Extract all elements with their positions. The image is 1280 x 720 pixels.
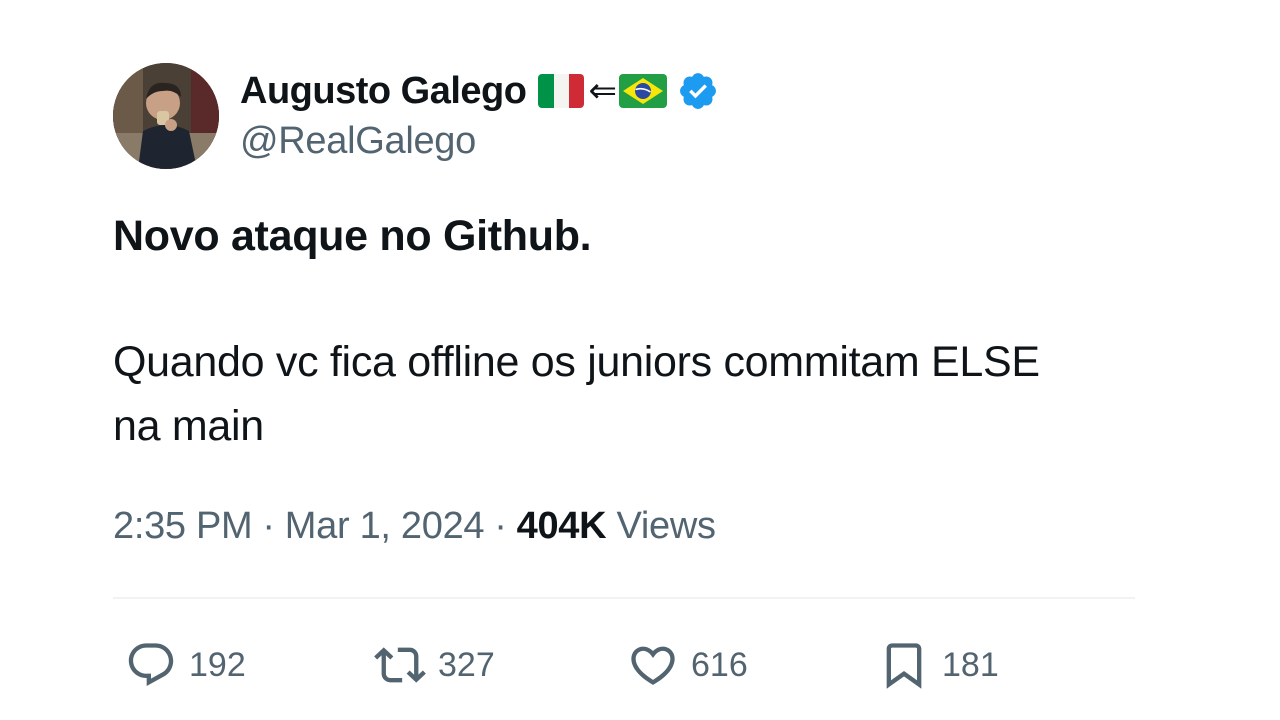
repost-count: 327 <box>438 645 495 684</box>
repost-button[interactable]: 327 <box>374 638 495 692</box>
avatar-photo <box>113 63 219 169</box>
heart-icon <box>631 646 675 685</box>
italy-flag-icon <box>538 74 585 108</box>
tweet-body-line: Quando vc fica offline os juniors commit… <box>113 338 1040 386</box>
author-handle[interactable]: @RealGalego <box>240 120 476 163</box>
author-display-name[interactable]: Augusto Galego <box>240 70 527 113</box>
author-name-row: Augusto Galego ⇐ <box>240 68 719 114</box>
bookmark-count: 181 <box>942 645 999 684</box>
views-count[interactable]: 404K <box>517 505 607 547</box>
reply-count: 192 <box>189 645 246 684</box>
meta-separator: · <box>494 505 507 547</box>
tweet-date[interactable]: Mar 1, 2024 <box>285 505 485 547</box>
tweet-time[interactable]: 2:35 PM <box>113 505 253 547</box>
views-label: Views <box>616 505 716 547</box>
repost-icon <box>374 647 426 683</box>
bookmark-button[interactable]: 181 <box>878 638 999 692</box>
reply-button[interactable]: 192 <box>125 638 246 692</box>
meta-separator: · <box>262 505 275 547</box>
tweet-body-line: na main <box>113 402 264 450</box>
divider <box>113 597 1135 599</box>
author-avatar[interactable] <box>113 63 219 169</box>
arrow-icon: ⇐ <box>588 71 617 111</box>
bookmark-icon <box>886 643 922 689</box>
verified-badge-icon[interactable] <box>677 70 719 112</box>
like-button[interactable]: 616 <box>627 638 748 692</box>
reply-icon <box>128 643 174 687</box>
tweet-headline: Novo ataque no Github. <box>113 212 592 260</box>
like-count: 616 <box>691 645 748 684</box>
tweet-meta: 2:35 PM · Mar 1, 2024 · 404K Views <box>113 505 716 548</box>
brazil-flag-icon <box>618 74 667 108</box>
